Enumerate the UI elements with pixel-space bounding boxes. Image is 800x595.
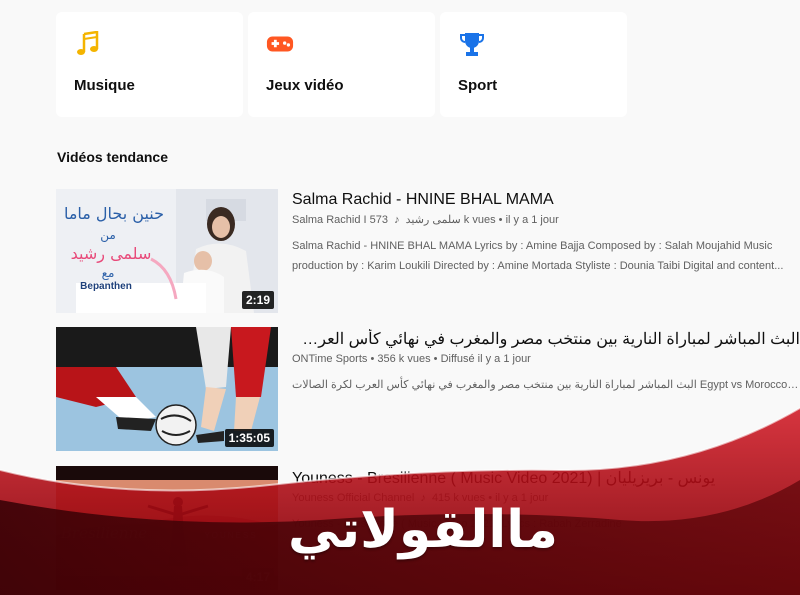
gamepad-icon [266,30,294,58]
video-item[interactable]: حنين بحال ماما من سلمى رشيد مع Bepanthen… [56,189,800,313]
video-thumbnail[interactable]: 1:35:05 [56,327,278,451]
category-label: Jeux vidéo [266,77,344,94]
video-thumbnail[interactable]: حنين بحال ماما من سلمى رشيد مع Bepanthen… [56,189,278,313]
trophy-icon [458,30,486,58]
video-title[interactable]: البث المباشر لمباراة النارية بين منتخب م… [292,329,800,349]
category-label: Musique [74,77,135,94]
thumbnail-text: YOUNESS [204,531,257,540]
video-title[interactable]: Salma Rachid - HNINE BHAL MAMA [292,191,800,209]
video-duration: 4:17 [241,568,274,586]
thumbnail-brand: Bepanthen [80,281,132,292]
video-description: البث المباشر لمباراة النارية بين منتخب م… [292,379,800,391]
category-gaming[interactable]: Jeux vidéo [248,12,435,117]
video-meta: ONTime Sports • 356 k vues • Diffusé il … [292,353,800,365]
thumbnail-text: من [100,228,116,243]
music-note-icon: ♪ [394,214,400,226]
category-music[interactable]: Musique [56,12,243,117]
category-cards: Musique Jeux vidéo Sport [56,12,627,117]
thumbnail-text: حنين بحال ماما [64,204,164,224]
thumbnail-text: مع [102,266,115,280]
video-meta: Salma Rachid I سلمى رشيد ♪ 573 k vues • … [292,213,800,226]
video-title[interactable]: Youness - Bresilienne ( Music Video 2021… [292,468,800,488]
category-sport[interactable]: Sport [440,12,627,117]
video-info: البث المباشر لمباراة النارية بين منتخب م… [292,327,800,395]
video-info: Salma Rachid - HNINE BHAL MAMA Salma Rac… [292,189,800,276]
watermark-logo: ماالقولاتي [288,500,559,560]
upload-age: il y a 1 jour [505,214,559,226]
thumbnail-text: Bresilienne [60,524,147,542]
channel-name[interactable]: ONTime Sports [292,353,367,365]
upload-age: Diffusé il y a 1 jour [440,353,531,365]
video-duration: 1:35:05 [224,429,274,447]
video-thumbnail[interactable]: Bresilienne YOUNESS 4:17 [56,466,278,590]
music-note-icon [74,30,102,58]
section-title: Vidéos tendance [57,149,169,165]
category-label: Sport [458,77,498,94]
view-count: 356 k vues [377,353,431,365]
meta-separator: • [433,353,441,365]
video-duration: 2:19 [241,291,274,309]
video-description: Salma Rachid - HNINE BHAL MAMA Lyrics by… [292,240,784,272]
video-item[interactable]: 1:35:05 البث المباشر لمباراة النارية بين… [56,327,800,451]
meta-separator: • [498,214,506,226]
thumbnail-text: سلمى رشيد [71,244,152,264]
